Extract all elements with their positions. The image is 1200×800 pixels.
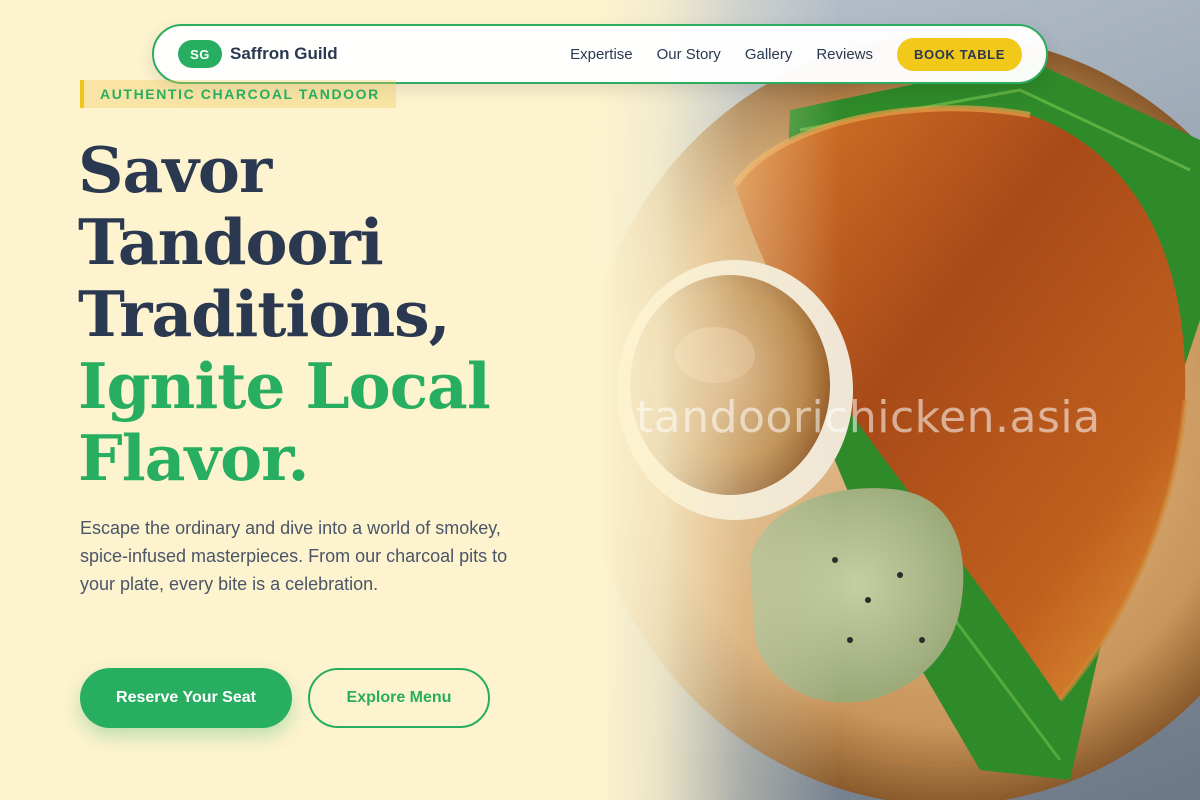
hero-eyebrow: AUTHENTIC CHARCOAL TANDOOR xyxy=(80,80,396,108)
headline-line: Savor xyxy=(78,133,272,207)
nav-links: Expertise Our Story Gallery Reviews BOOK… xyxy=(570,37,1022,71)
nav-link-expertise[interactable]: Expertise xyxy=(570,46,633,63)
explore-menu-button[interactable]: Explore Menu xyxy=(308,668,490,728)
top-navbar: SG Saffron Guild Expertise Our Story Gal… xyxy=(152,24,1048,84)
headline-line: Tandoori xyxy=(78,205,384,279)
brand-badge: SG xyxy=(178,40,222,68)
hero-headline: Savor Tandoori Traditions, Ignite Local … xyxy=(78,134,598,494)
book-table-button[interactable]: BOOK TABLE xyxy=(897,37,1022,71)
image-watermark: tandoorichicken.asia xyxy=(636,392,1101,443)
headline-line: Traditions, xyxy=(78,277,451,351)
nav-link-our-story[interactable]: Our Story xyxy=(657,46,721,63)
reserve-seat-button[interactable]: Reserve Your Seat xyxy=(80,668,292,728)
headline-line-accent: Flavor. xyxy=(78,421,309,495)
nav-link-gallery[interactable]: Gallery xyxy=(745,46,793,63)
hero-description: Escape the ordinary and dive into a worl… xyxy=(80,518,508,594)
brand-name: Saffron Guild xyxy=(230,44,338,63)
nav-link-reviews[interactable]: Reviews xyxy=(816,46,873,63)
headline-line-accent: Ignite Local xyxy=(78,349,491,423)
brand-logo[interactable]: SG Saffron Guild xyxy=(178,40,338,68)
